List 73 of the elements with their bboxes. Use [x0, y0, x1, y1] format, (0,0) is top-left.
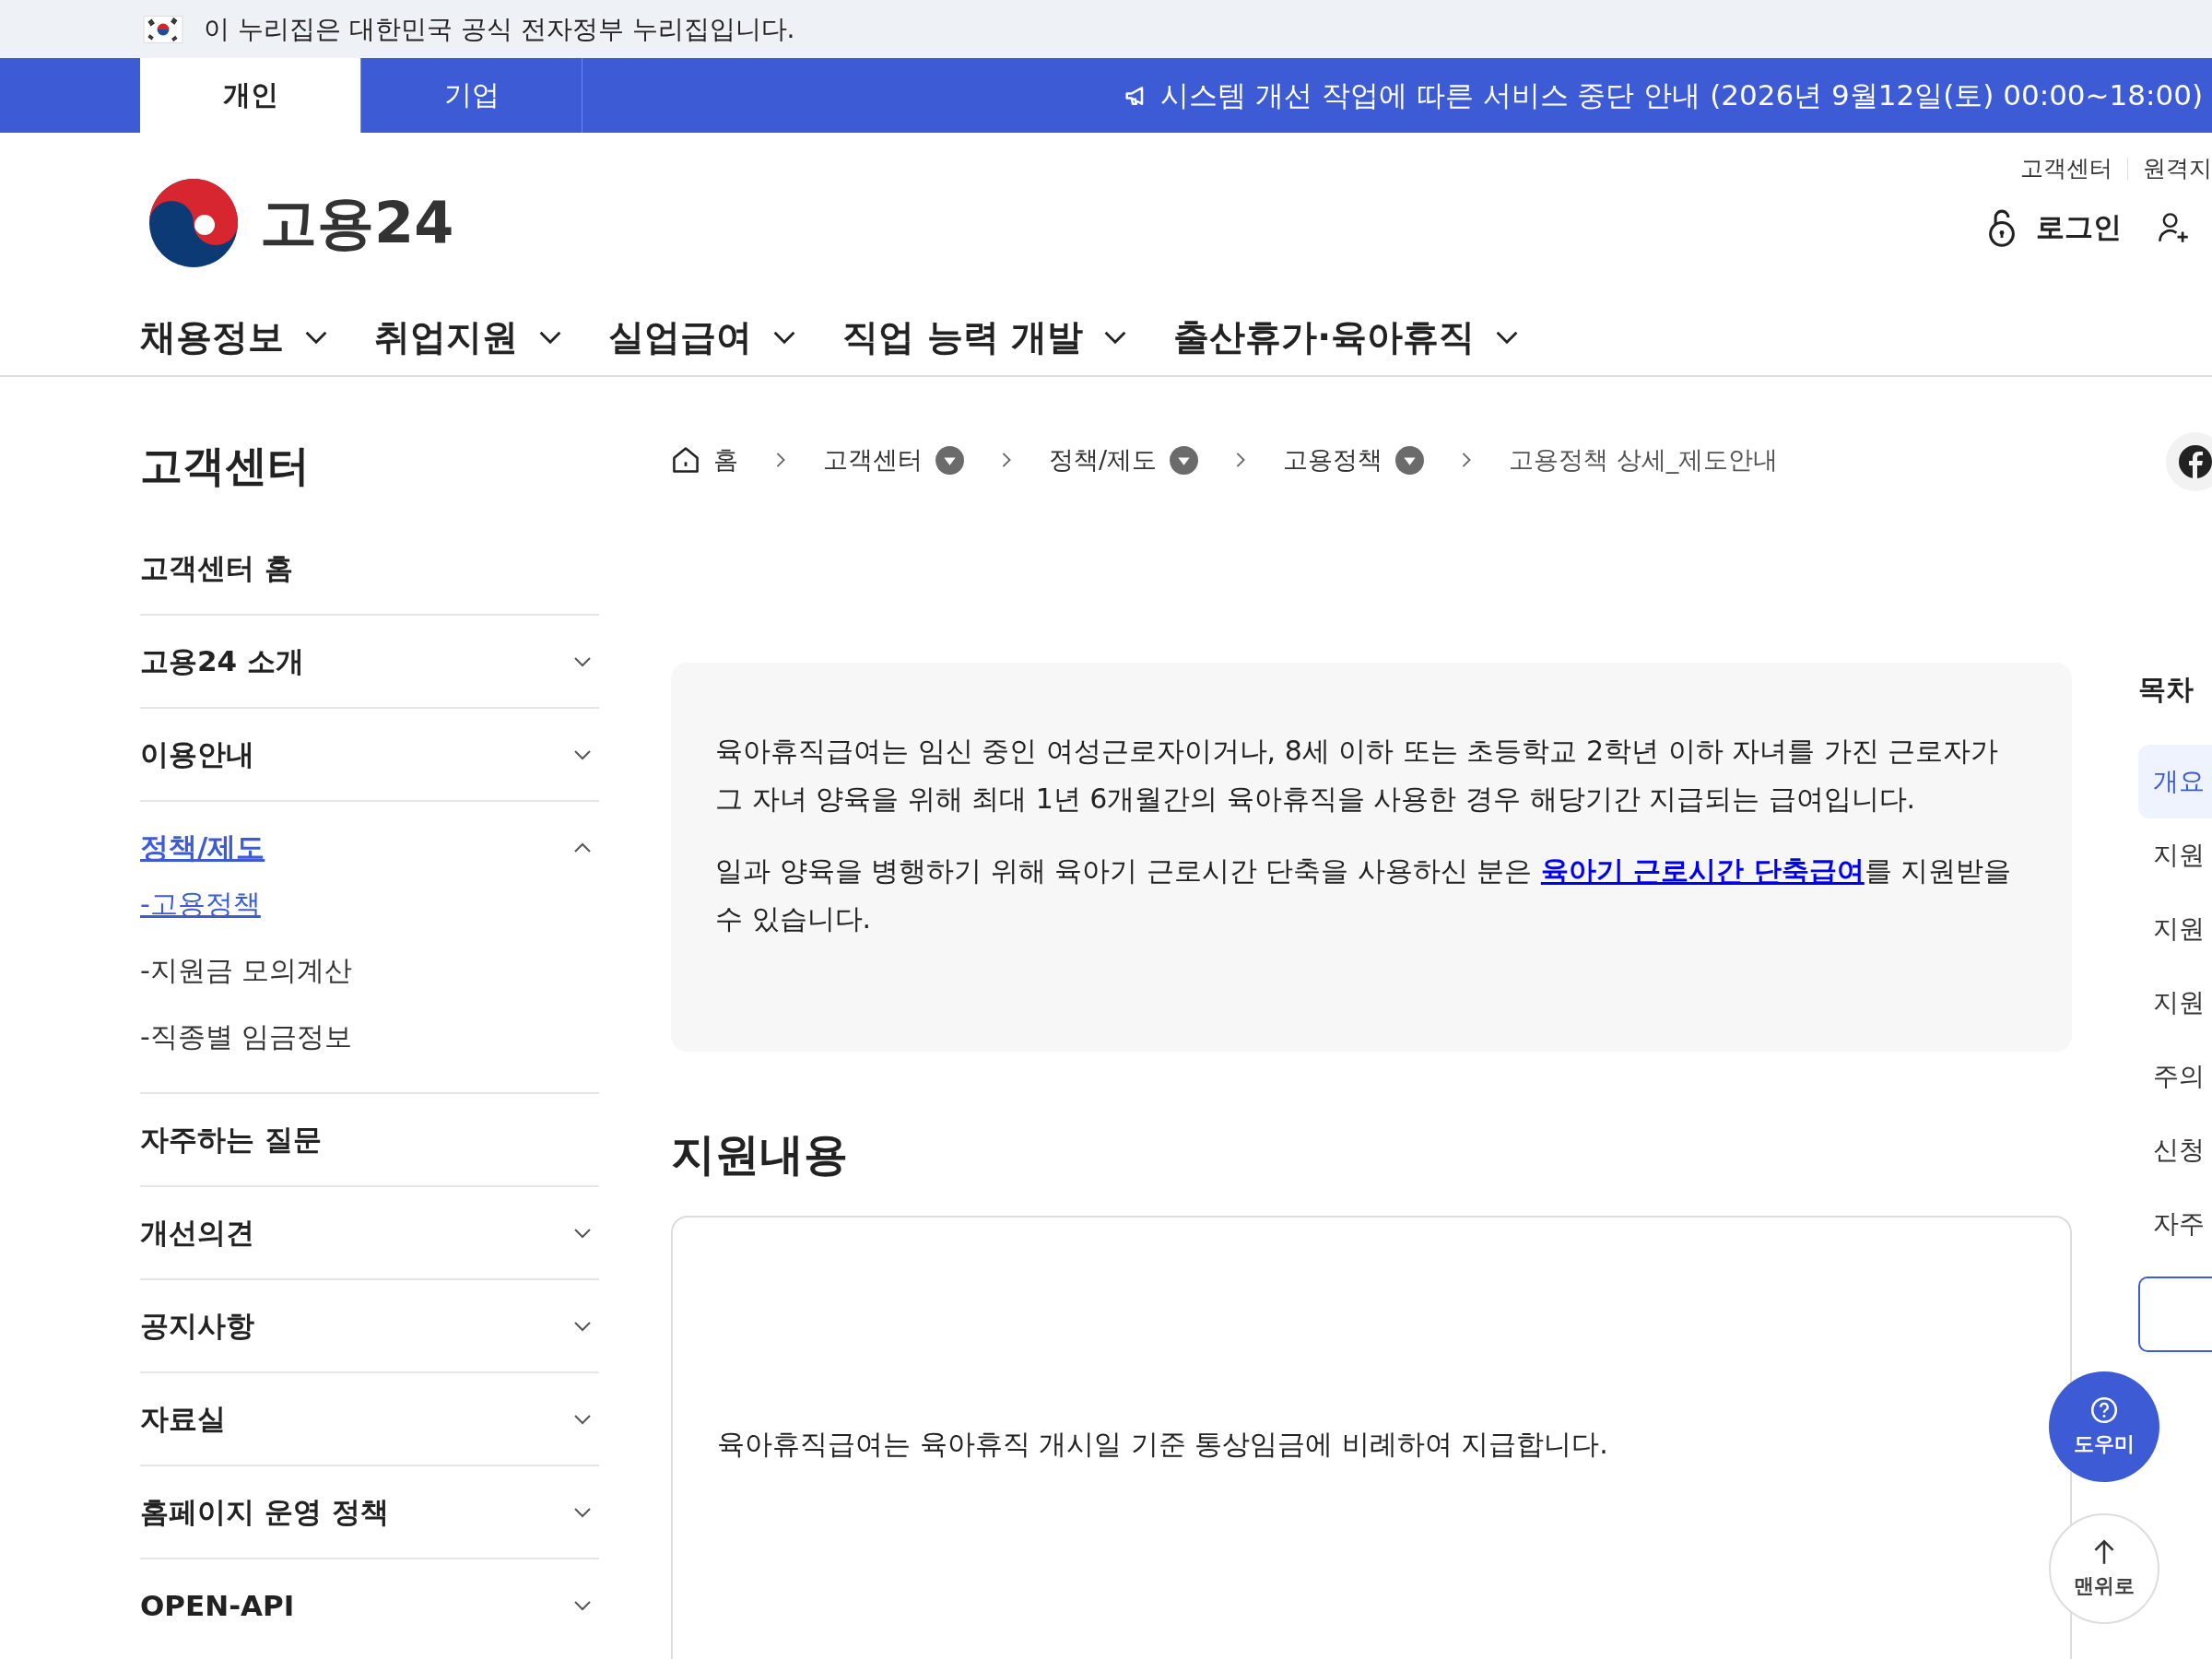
chevron-down-icon: [1103, 330, 1128, 345]
login-link[interactable]: 로그인: [2036, 208, 2122, 247]
chevron-down-icon: [772, 330, 796, 345]
notice-link[interactable]: 시스템 개선 작업에 따른 서비스 중단 안내 (2026년 9월12일(토) 00:00~18:00): [1160, 76, 2203, 115]
sidebar-subitem[interactable]: -직종별 임금정보: [140, 1004, 599, 1070]
breadcrumb-current: 고용정책 상세_제도안내: [1509, 444, 1779, 476]
toc-item[interactable]: 신청: [2138, 1113, 2212, 1187]
sidebar-item[interactable]: 고용24 소개: [140, 616, 599, 707]
section-heading: 지원내용: [671, 1127, 849, 1182]
chevron-down-icon: [573, 1506, 592, 1518]
main-nav-item[interactable]: 출산휴가·육아휴직: [1173, 312, 1519, 362]
breadcrumb-link[interactable]: 홈: [713, 443, 738, 477]
site-logo-text[interactable]: 고용24: [260, 183, 454, 262]
sidebar-subitem[interactable]: -지원금 모의계산: [140, 937, 599, 1004]
toc-title: 목차: [2138, 672, 2194, 707]
dropdown-icon[interactable]: [935, 445, 964, 475]
main-nav-item[interactable]: 채용정보: [140, 312, 328, 362]
flag-icon: [143, 15, 183, 43]
toc-item[interactable]: 지원: [2138, 818, 2212, 892]
audience-tab[interactable]: 개인: [140, 58, 361, 133]
utility-link[interactable]: 고객센터: [2020, 153, 2112, 183]
sidebar-item[interactable]: OPEN-API: [140, 1559, 599, 1651]
dropdown-icon[interactable]: [1170, 445, 1199, 475]
chevron-down-icon: [573, 655, 592, 667]
sidebar-item[interactable]: 자주하는 질문: [140, 1094, 599, 1185]
chevron-down-icon: [538, 330, 562, 345]
audience-tab[interactable]: 기업: [361, 58, 582, 133]
chevron-right-icon: [1461, 452, 1473, 468]
toc-item[interactable]: 개요: [2138, 745, 2212, 818]
chevron-down-icon: [573, 1227, 592, 1239]
main-nav-item[interactable]: 직업 능력 개발: [842, 312, 1128, 362]
main-nav-item[interactable]: 취업지원: [374, 312, 562, 362]
sidebar-item[interactable]: 이용안내: [140, 709, 599, 800]
chevron-down-icon: [1495, 330, 1519, 345]
toc-item[interactable]: 지원: [2138, 966, 2212, 1040]
gov-banner-text: 이 누리집은 대한민국 공식 전자정부 누리집입니다.: [204, 12, 795, 46]
question-icon: [2089, 1395, 2119, 1425]
sidebar-item[interactable]: 개선의견: [140, 1187, 599, 1278]
home-icon: [671, 445, 700, 475]
swirl-logo-icon: [147, 176, 240, 269]
lock-icon: [1986, 207, 2018, 248]
sidebar-item[interactable]: 자료실: [140, 1373, 599, 1465]
sidebar-title: 고객센터: [140, 440, 311, 492]
chevron-right-icon: [775, 452, 786, 468]
toc-button[interactable]: [2138, 1277, 2212, 1352]
sidebar-item[interactable]: 홈페이지 운영 정책: [140, 1466, 599, 1558]
intro-paragraph: 육아휴직급여는 임신 중인 여성근로자이거나, 8세 이하 또는 초등학교 2학년 이하 자녀를 가진 근로자가 그 자녀 양육을 위해 최대 1년 6개월간의 육아휴직을 사용한 경우 해당기간 지급되는 급여입니다.: [715, 734, 2000, 817]
chevron-up-icon: [573, 841, 592, 853]
chevron-down-icon: [573, 1320, 592, 1332]
add-user-icon[interactable]: [2157, 211, 2190, 244]
intro-paragraph: 일과 양육을 병행하기 위해 육아기 근로시간 단축을 사용하신 분은 육아기 근로시간 단축급여를 지원받을 수 있습니다.: [715, 853, 2013, 936]
breadcrumb-link[interactable]: 고용정책: [1283, 443, 1383, 477]
utility-link[interactable]: 원격지: [2143, 153, 2212, 183]
back-to-top-button[interactable]: 맨위로: [2049, 1513, 2159, 1624]
help-button[interactable]: 도우미: [2049, 1371, 2159, 1482]
section-text: 육아휴직급여는 육아휴직 개시일 기준 통상임금에 비례하여 지급합니다.: [717, 1427, 1609, 1462]
toc-item[interactable]: 자주: [2138, 1187, 2212, 1261]
main-nav-item[interactable]: 실업급여: [608, 312, 796, 362]
chevron-right-icon: [1235, 452, 1247, 468]
chevron-right-icon: [1001, 452, 1012, 468]
sidebar-item[interactable]: 고객센터 홈: [140, 523, 599, 614]
benefit-link[interactable]: 육아기 근로시간 단축급여: [1540, 854, 1865, 887]
chevron-down-icon: [573, 1413, 592, 1425]
chevron-down-icon: [304, 330, 328, 345]
sidebar-item[interactable]: 공지사항: [140, 1280, 599, 1371]
toc-item[interactable]: 주의: [2138, 1040, 2212, 1113]
dropdown-icon[interactable]: [1395, 445, 1425, 475]
social-share-icon[interactable]: [2166, 432, 2212, 491]
toc-item[interactable]: 지원: [2138, 892, 2212, 966]
breadcrumb-link[interactable]: 정책/제도: [1049, 443, 1158, 477]
chevron-down-icon: [573, 748, 592, 760]
breadcrumb-link[interactable]: 고객센터: [823, 443, 923, 477]
chevron-down-icon: [573, 1599, 592, 1611]
